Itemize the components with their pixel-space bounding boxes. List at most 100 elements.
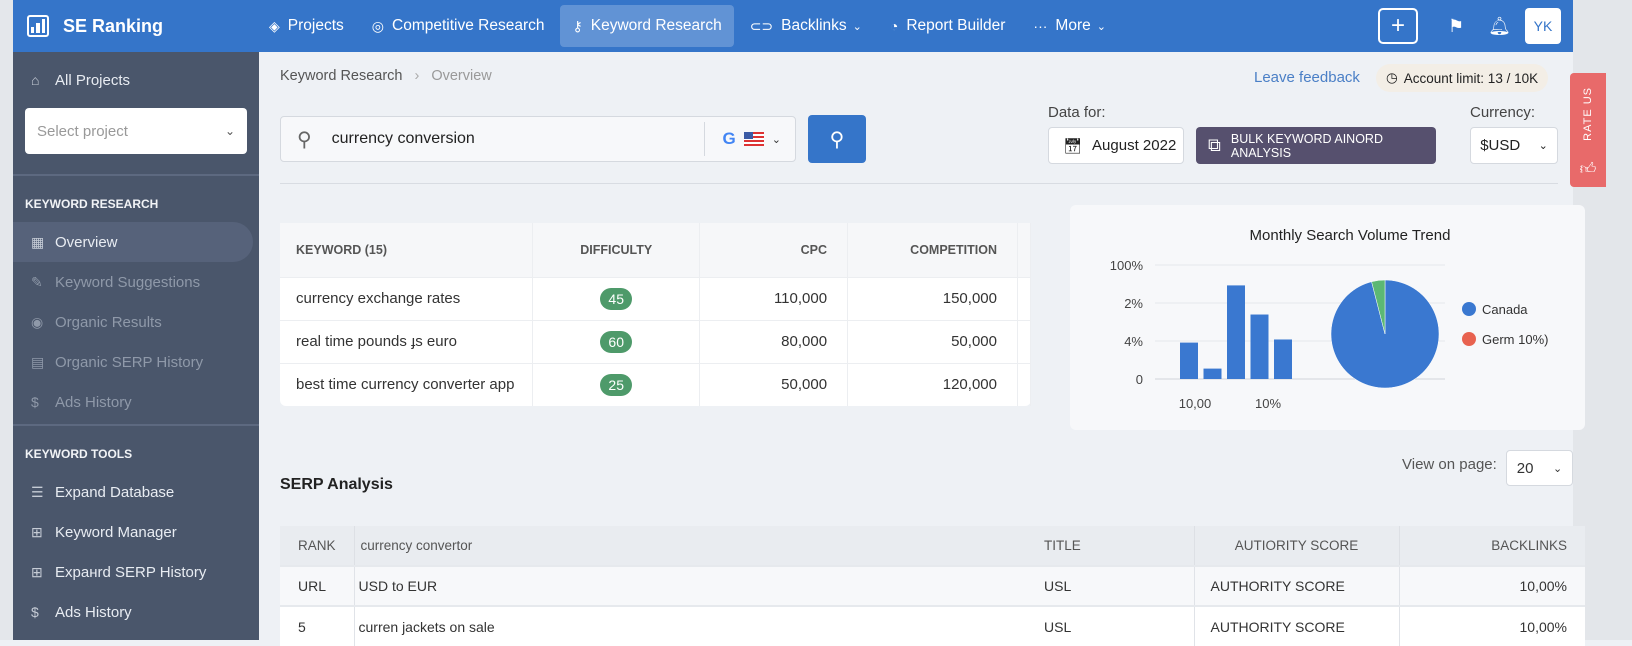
view-on-page-value: 20	[1516, 459, 1534, 477]
url-cell[interactable]: USD to EUR	[354, 565, 1044, 606]
search-engine-select[interactable]: G ⌄	[703, 122, 795, 156]
chart-title: Monthly Search Volume Trend	[1250, 227, 1451, 244]
rate-us-label: RATE US	[1582, 87, 1594, 141]
sidebar-item-expand-serp-history[interactable]: ⊞ Expaнrd SERP History	[13, 552, 259, 592]
view-on-page-label: View on page:	[1402, 456, 1497, 473]
authority-cell: AUTHORITY SCORE	[1194, 605, 1400, 646]
view-on-page-select[interactable]: 20 ⌄	[1506, 450, 1573, 486]
leave-feedback-link[interactable]: Leave feedback	[1254, 69, 1360, 86]
sidebar-item-overview[interactable]: ▦ Overview	[13, 222, 253, 262]
date-value: August 2022	[1092, 137, 1177, 154]
rank-cell: URL	[280, 565, 355, 606]
bulk-button-label: BULK KEYWORD AINORD ANALYSIS	[1230, 131, 1383, 160]
sidebar-item-organic-serp-history[interactable]: ▤ Organic SERP History	[13, 342, 259, 382]
circle-icon: ◉	[31, 313, 44, 330]
x-tick-label: 10%	[1255, 396, 1281, 411]
rank-cell: 5	[280, 605, 355, 646]
nav-label: Report Builder	[906, 17, 1006, 34]
col-backlinks[interactable]: BACKLINKS	[1399, 526, 1585, 566]
currency-select[interactable]: $USD ⌄	[1470, 127, 1558, 164]
date-picker[interactable]: 📅︎ August 2022	[1048, 127, 1184, 164]
nav-competitive-research[interactable]: ◎ Competitive Research	[360, 5, 557, 47]
bulk-analysis-button[interactable]: ⧉ BULK KEYWORD AINORD ANALYSIS	[1196, 127, 1436, 164]
table-row[interactable]: currency exchange rates 45 110,000 150,000	[280, 276, 1032, 320]
search-value[interactable]: currency conversion	[332, 130, 704, 148]
cpc-cell: 50,000	[699, 362, 849, 406]
breadcrumb: Keyword Research › Overview	[280, 68, 492, 84]
col-authority-score[interactable]: AUTIORITY SCORE	[1194, 526, 1400, 566]
briefcase-icon: ⊞	[31, 563, 43, 580]
sidebar-item-keyword-suggestions[interactable]: ✎ Keyword Suggestions	[13, 262, 259, 302]
breadcrumb-parent[interactable]: Keyword Research	[280, 68, 403, 84]
nav-label: Backlinks	[781, 17, 847, 34]
calendar-icon: 📅︎	[1063, 137, 1083, 155]
pencil-icon: ✎	[31, 273, 43, 290]
divider	[280, 183, 1558, 184]
chevron-down-icon: ⌄	[1538, 140, 1548, 152]
bar	[1227, 285, 1245, 379]
keyword-cell[interactable]: best time currency converter app	[280, 362, 534, 406]
account-limit-badge: ◷ Account limit: 13 / 10K	[1376, 64, 1549, 92]
google-icon: G	[722, 129, 736, 148]
sidebar-item-ads-history-tools[interactable]: $ Ads History	[13, 592, 259, 632]
currency-label: Currency:	[1470, 104, 1536, 121]
col-cpc[interactable]: CPC	[699, 223, 849, 277]
difficulty-badge: 45	[600, 287, 632, 310]
nav-report-builder[interactable]: ◔ Report Builder	[878, 5, 1018, 47]
nav-backlinks[interactable]: ⊂⊃ Backlinks ⌄	[738, 5, 874, 47]
data-for-label: Data for:	[1048, 104, 1106, 121]
rate-us-tab[interactable]: RATE US 👍︎	[1570, 73, 1606, 187]
col-url[interactable]: currency convertor	[354, 526, 1044, 566]
sidebar-label: All Projects	[55, 71, 131, 89]
col-competition[interactable]: COMPETITION	[847, 223, 1018, 277]
sidebar-item-expand-database[interactable]: ☰ Expand Database	[13, 472, 259, 512]
account-limit-text: Account limit: 13 / 10K	[1403, 70, 1539, 86]
chevron-down-icon: ⌄	[1553, 462, 1563, 475]
nav-keyword-research[interactable]: ⚷ Keyword Research	[560, 5, 734, 47]
sidebar-label: Organic SERP History	[55, 353, 204, 371]
project-select[interactable]: Select project ⌄	[25, 108, 247, 154]
nav-label: Projects	[287, 17, 344, 34]
table-row[interactable]: 5 curren jackets on sale USL AUTHORITY SCOR…	[280, 605, 1585, 646]
col-rank[interactable]: RANK	[280, 526, 355, 566]
difficulty-badge: 60	[600, 330, 632, 353]
table-row[interactable]: real time pounds ɟs euro 60 80,000 50,000	[280, 319, 1032, 363]
key-icon: ⚷	[572, 17, 583, 34]
legend-marker	[1462, 302, 1476, 316]
flag-icon[interactable]: ⚑	[1448, 16, 1464, 37]
nav-more[interactable]: ··· More ⌄	[1021, 5, 1118, 47]
nav-projects[interactable]: ◈ Projects	[257, 5, 356, 47]
keyword-search-input[interactable]: ⚲ currency conversion G ⌄	[280, 116, 796, 162]
sidebar-item-organic-results[interactable]: ◉ Organic Results	[13, 302, 259, 342]
add-button[interactable]: +	[1378, 8, 1418, 44]
bar	[1203, 368, 1222, 379]
search-icon: ⚲	[829, 128, 845, 151]
sidebar-item-ads-history[interactable]: $ Ads History	[13, 382, 259, 422]
sidebar-all-projects[interactable]: ⌂ All Projects	[13, 60, 259, 100]
col-title[interactable]: TITLE	[1044, 526, 1195, 566]
thumbs-up-icon: 👍︎	[1579, 161, 1597, 178]
chevron-down-icon: ⌄	[852, 20, 862, 33]
sidebar-item-keyword-manager[interactable]: ⊞ Keyword Manager	[13, 512, 259, 552]
col-difficulty[interactable]: DIFFICULTY	[532, 223, 701, 277]
col-keyword[interactable]: KEYWORD (15)	[280, 223, 534, 277]
table-row[interactable]: best time currency converter app 25 50,000…	[280, 362, 1032, 406]
keyword-cell[interactable]: currency exchange rates	[280, 276, 534, 320]
competition-cell: 150,000	[847, 276, 1018, 320]
sidebar-label: Organic Results	[55, 313, 162, 331]
search-button[interactable]: ⚲	[808, 115, 866, 163]
bell-icon[interactable]: 🔔︎	[1488, 16, 1511, 37]
dollar-icon: $	[31, 604, 39, 620]
keyword-cell[interactable]: real time pounds ɟs euro	[280, 319, 534, 363]
serp-analysis-title: SERP Analysis	[280, 476, 393, 493]
brand-logo[interactable]: SE Ranking	[27, 15, 257, 37]
cpc-cell: 110,000	[699, 276, 849, 320]
sidebar-label: Keyword Suggestions	[55, 273, 201, 291]
competition-cell: 120,000	[847, 362, 1018, 406]
url-cell[interactable]: curren jackets on sale	[354, 605, 1044, 646]
bar	[1180, 342, 1198, 379]
chevron-down-icon: ⌄	[224, 124, 235, 138]
avatar[interactable]: YK	[1525, 8, 1561, 44]
table-row[interactable]: URL USD to EUR USL AUTHORITY SCORE 10,00%	[280, 565, 1585, 606]
chevron-down-icon: ⌄	[1096, 20, 1106, 33]
